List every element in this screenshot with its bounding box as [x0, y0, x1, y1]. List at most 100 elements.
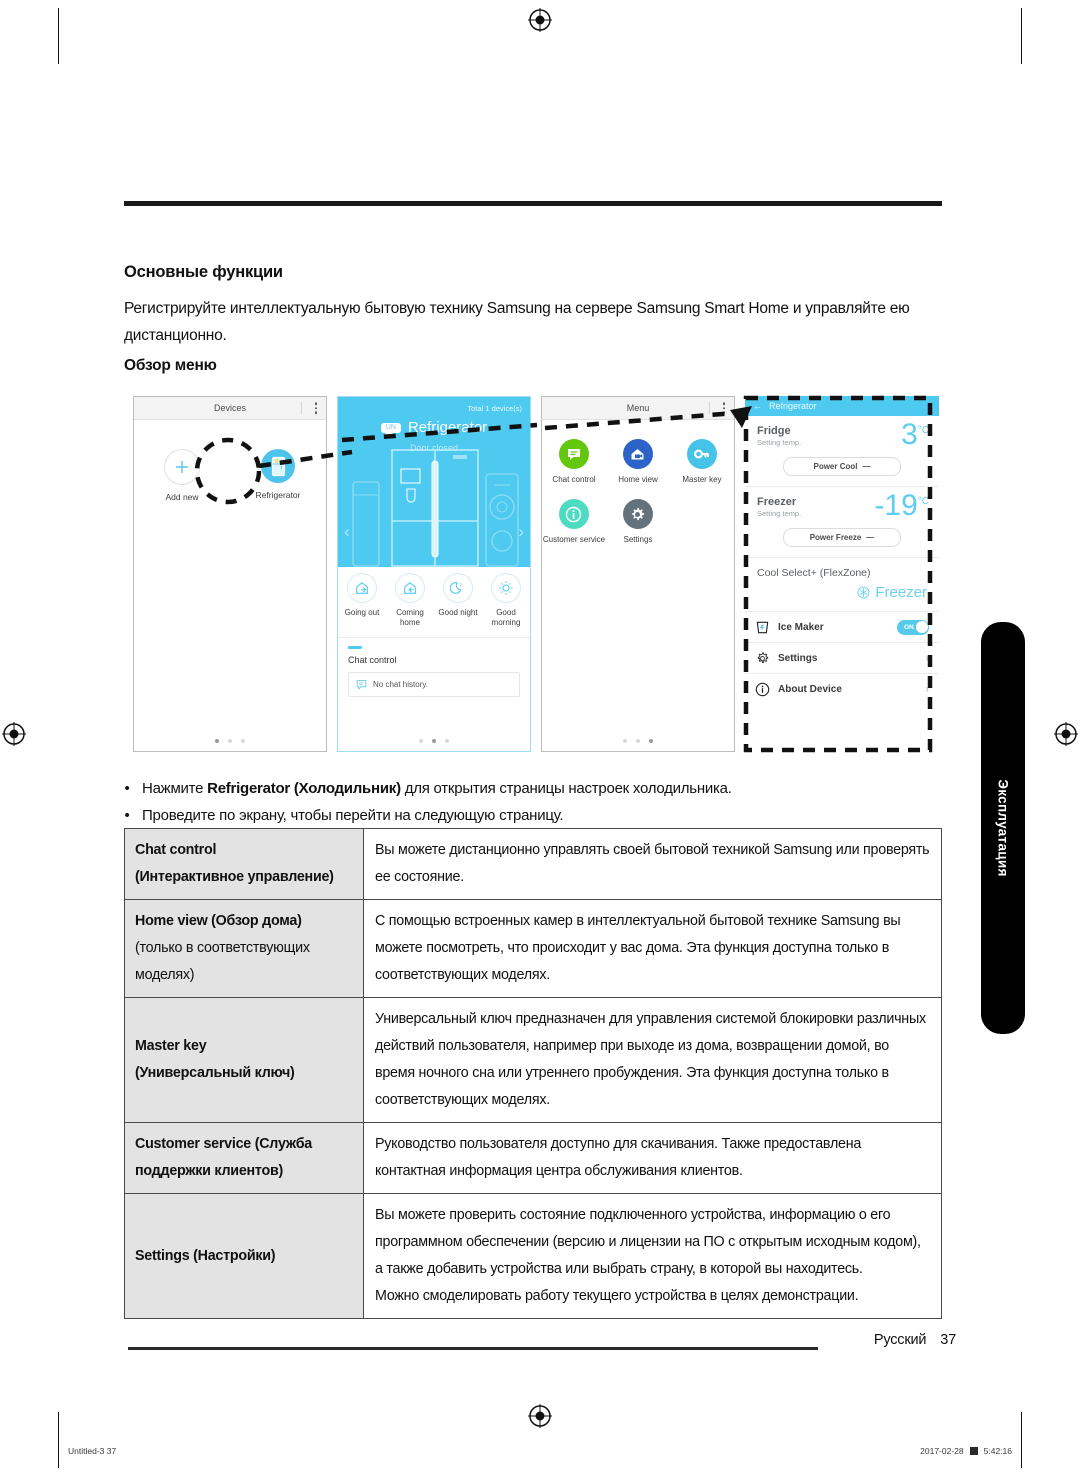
menu-tile-label: Customer service — [542, 535, 606, 544]
feature-name: Chat control — [135, 842, 217, 858]
devices-pager[interactable] — [134, 739, 326, 743]
chevron-right-icon: › — [925, 683, 929, 695]
bullet-pre: Нажмите — [142, 780, 208, 797]
mode-coming-home[interactable]: Coming home — [386, 573, 434, 628]
ice-maker-toggle-state: ON — [904, 623, 914, 631]
chevron-left-icon[interactable]: ‹ — [344, 522, 350, 542]
table-value-cell: Универсальный ключ предназначен для упра… — [363, 997, 942, 1123]
power-cool-label: Power Cool — [813, 462, 858, 471]
table-row: Home view (Обзор дома) (только в соответ… — [124, 899, 942, 998]
chat-empty-state[interactable]: No chat history. — [348, 671, 520, 697]
mode-good-night[interactable]: z Good night — [434, 573, 482, 628]
info-icon — [755, 682, 770, 696]
screenshot-strip: Devices Add new Refrigerator Total 1 dev… — [133, 396, 939, 752]
sun-icon — [491, 573, 521, 603]
chat-bubble-icon — [356, 679, 367, 690]
menu-pager[interactable] — [542, 739, 734, 743]
feature-table: Chat control (Интерактивное управление) … — [124, 828, 942, 1319]
home-camera-icon — [622, 439, 653, 469]
menu-tile-home-view[interactable]: Home view — [606, 439, 670, 485]
power-freeze-button[interactable]: Power Freeze — — [783, 528, 901, 547]
table-key-cell: Settings (Настройки) — [124, 1193, 364, 1319]
bullet-marker: • — [124, 807, 130, 824]
menu-tile-master-key[interactable]: Master key — [670, 439, 734, 485]
table-key-cell: Chat control (Интерактивное управление) — [124, 828, 364, 900]
devices-titlebar: Devices — [134, 397, 326, 420]
mode-going-out[interactable]: Going out — [338, 573, 386, 628]
mode-label: Good night — [438, 608, 478, 617]
power-freeze-state: — — [866, 533, 875, 542]
screenshot-home: Total 1 device(s) UN Refrigerator Door c… — [337, 396, 531, 752]
home-chat-section: Chat control No chat history. — [338, 637, 530, 697]
device-refrigerator[interactable]: Refrigerator — [230, 449, 326, 502]
bullet-list: • Нажмите Refrigerator (Холодильник) для… — [124, 775, 942, 829]
feature-desc: С помощью встроенных камер в интеллектуа… — [375, 913, 901, 983]
power-freeze-label: Power Freeze — [809, 533, 862, 542]
print-date: 2017-02-28 — [920, 1446, 964, 1456]
kebab-menu-icon[interactable] — [722, 402, 725, 414]
arrow-left-icon[interactable]: ← — [753, 401, 762, 411]
feature-desc: Вы можете проверить состояние подключенн… — [375, 1207, 921, 1277]
page-number: 37 — [940, 1332, 956, 1348]
ice-maker-row[interactable]: Ice Maker ON — [745, 612, 939, 643]
power-cool-button[interactable]: Power Cool — — [783, 457, 901, 476]
ice-maker-toggle[interactable]: ON — [897, 619, 929, 635]
side-tab-label: Эксплуатация — [995, 779, 1011, 877]
ice-maker-label: Ice Maker — [778, 621, 824, 633]
table-row: Master key (Универсальный ключ) Универса… — [124, 997, 942, 1123]
footer-language: Русский — [873, 1332, 927, 1348]
settings-row[interactable]: Settings › — [745, 643, 939, 674]
about-device-row[interactable]: About Device › — [745, 674, 939, 704]
speaker-illustration — [485, 473, 519, 567]
registration-mark-bottom — [528, 1404, 552, 1428]
flexzone-value-row: Freezer — [757, 584, 927, 601]
flexzone-value: Freezer — [875, 584, 927, 601]
refrigerator-titlebar: ← Refrigerator — [745, 396, 939, 416]
manual-page: Основные функции Регистрируйте интеллект… — [0, 0, 1080, 1476]
section-heading: Основные функции — [124, 263, 283, 281]
feature-name: Settings (Настройки) — [135, 1247, 276, 1264]
freezer-temperature: -19°C — [874, 491, 929, 521]
menu-tile-label: Chat control — [552, 475, 596, 484]
menu-tile-label: Home view — [618, 475, 658, 484]
mode-good-morning[interactable]: Good morning — [482, 573, 530, 628]
menu-tile-customer-service[interactable]: Customer service — [542, 499, 606, 545]
intro-paragraph: Регистрируйте интеллектуальную бытовую т… — [124, 300, 910, 344]
feature-name: Master key — [135, 1038, 207, 1054]
kebab-menu-icon[interactable] — [314, 402, 317, 414]
refrigerator-illustration — [391, 449, 479, 567]
fridge-temperature: 3°C — [901, 420, 929, 450]
washer-illustration — [352, 481, 380, 567]
chat-bubble-icon — [558, 439, 589, 469]
snowflake-icon — [857, 586, 870, 599]
mode-label: Good morning — [491, 608, 521, 627]
registration-mark-top — [528, 8, 552, 32]
home-pager[interactable] — [338, 739, 530, 743]
print-timestamp: 2017-02-28 5:42:16 — [920, 1446, 1012, 1456]
feature-name-ru: (Универсальный ключ) — [135, 1065, 295, 1081]
menu-tile-chat-control[interactable]: Chat control — [542, 439, 606, 485]
feature-desc: Вы можете дистанционно управлять своей б… — [375, 842, 930, 885]
screenshot-refrigerator: ← Refrigerator Fridge Setting temp. 3°C … — [745, 396, 939, 752]
registration-mark-left — [2, 722, 26, 746]
menu-tile-label: Settings — [623, 535, 653, 544]
header-rule — [124, 201, 942, 206]
bullet-post: для открытия страницы настроек холодильн… — [400, 780, 732, 797]
feature-desc: Универсальный ключ предназначен для упра… — [375, 1011, 926, 1108]
svg-text:z: z — [460, 582, 462, 587]
fridge-section: Fridge Setting temp. 3°C Power Cool — — [745, 416, 939, 487]
mode-shortcuts: Going out Coming home z Good night Good … — [338, 573, 530, 628]
feature-name: Customer service (Служба поддержки клиен… — [135, 1136, 312, 1179]
mode-label: Going out — [344, 608, 380, 617]
menu-tile-settings[interactable]: Settings — [606, 499, 670, 545]
registration-mark-right — [1054, 722, 1078, 746]
crop-mark-right-bottom — [1021, 1412, 1022, 1468]
device-add-new[interactable]: Add new — [134, 449, 230, 502]
coming-home-icon — [395, 573, 425, 603]
ice-maker-icon — [756, 621, 769, 633]
chevron-right-icon[interactable]: › — [518, 522, 524, 542]
bullet-item: • Нажмите Refrigerator (Холодильник) для… — [124, 775, 942, 802]
flexzone-section[interactable]: Cool Select+ (FlexZone) Freezer — [745, 558, 939, 612]
device-label: Refrigerator — [255, 490, 301, 500]
table-value-cell: Руководство пользователя доступно для ск… — [363, 1122, 942, 1194]
